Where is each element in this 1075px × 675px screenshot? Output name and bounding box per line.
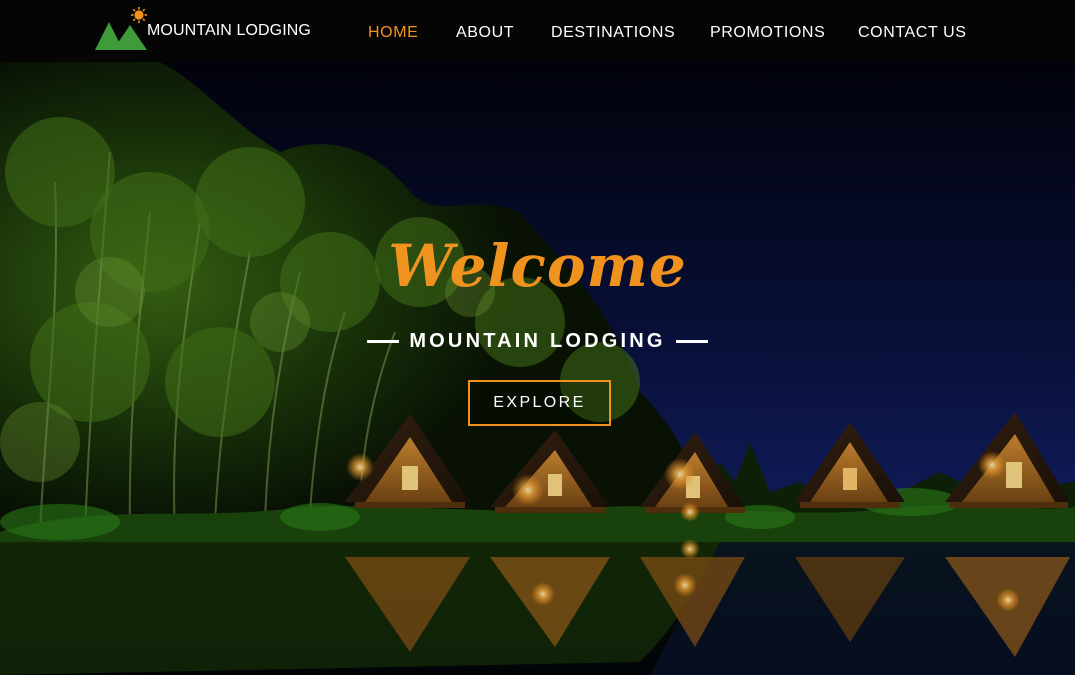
top-navbar: MOUNTAIN LODGING HOME ABOUT DESTINATIONS… xyxy=(0,0,1075,62)
nav-item-contact-us[interactable]: CONTACT US xyxy=(858,24,967,42)
nav-item-destinations[interactable]: DESTINATIONS xyxy=(551,24,675,42)
nav-item-home[interactable]: HOME xyxy=(368,24,418,42)
nav-item-promotions[interactable]: PROMOTIONS xyxy=(710,24,825,42)
hero-subtitle-row: MOUNTAIN LODGING xyxy=(0,328,1075,354)
hero-section: Welcome MOUNTAIN LODGING EXPLORE xyxy=(0,62,1075,675)
hero-background-image xyxy=(0,62,1075,675)
welcome-heading: Welcome xyxy=(388,232,687,300)
subtitle-right-dash xyxy=(675,339,708,343)
explore-button[interactable]: EXPLORE xyxy=(468,380,611,426)
subtitle-left-dash xyxy=(367,339,400,343)
hero-subtitle: MOUNTAIN LODGING xyxy=(409,329,666,352)
main-nav: HOME ABOUT DESTINATIONS PROMOTIONS CONTA… xyxy=(0,0,1075,62)
nav-item-about[interactable]: ABOUT xyxy=(456,24,514,42)
